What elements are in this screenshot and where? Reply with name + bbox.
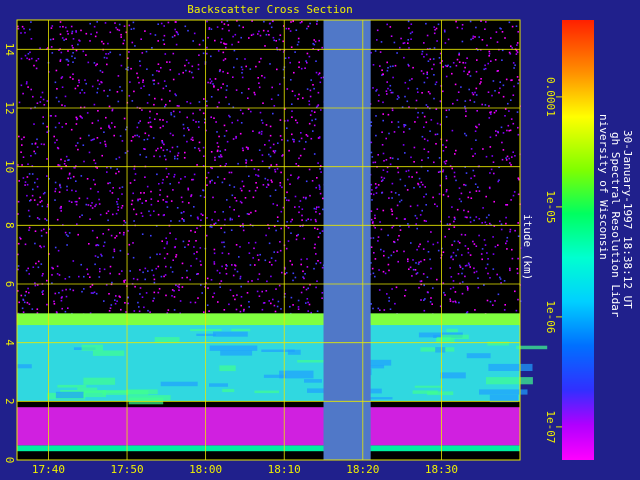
x-tick-label: 18:00 xyxy=(189,463,222,476)
colorbar: 0.0001 1e-05 1e-06 1e-07 xyxy=(544,20,594,460)
y-tick-label: 14 xyxy=(3,43,16,57)
chart-title: Backscatter Cross Section xyxy=(187,3,353,16)
y-axis-ticks: 0 2 4 6 8 10 12 14 xyxy=(3,43,16,464)
y-axis-label: itude (km) xyxy=(521,214,534,280)
side-text-timestamp: 30-January-1997 18:38:12 UT xyxy=(621,130,634,309)
x-tick-label: 18:30 xyxy=(425,463,458,476)
backscatter-chart: Backscatter Cross Section 0 2 4 6 8 10 12 14 17… xyxy=(3,3,634,476)
side-text-instrument: gh Spectral Resolution Lidar xyxy=(609,132,622,318)
colorbar-ticks: 0.0001 1e-05 1e-06 1e-07 xyxy=(544,77,562,443)
y-tick-label: 12 xyxy=(3,101,16,114)
x-axis-ticks: 17:40 17:50 18:00 18:10 18:20 18:30 xyxy=(32,463,458,476)
y-tick-label: 8 xyxy=(3,222,16,229)
colorbar-tick-label: 0.0001 xyxy=(544,77,557,117)
y-tick-label: 6 xyxy=(3,281,16,288)
side-annotation: niversity of Wisconsin gh Spectral Resol… xyxy=(597,114,634,318)
y-tick-label: 4 xyxy=(3,339,16,346)
colorbar-tick-label: 1e-07 xyxy=(544,410,557,443)
x-tick-label: 18:10 xyxy=(268,463,301,476)
y-tick-label: 10 xyxy=(3,160,16,173)
colorbar-tick-label: 1e-05 xyxy=(544,190,557,223)
layer-ground-return xyxy=(17,445,520,452)
side-text-university: niversity of Wisconsin xyxy=(597,114,610,260)
x-tick-label: 18:20 xyxy=(346,463,379,476)
layer-cloud-top xyxy=(17,313,520,326)
plot-area xyxy=(16,19,548,461)
y-tick-label: 2 xyxy=(3,398,16,405)
data-gap-region xyxy=(323,20,371,460)
colorbar-tick-label: 1e-06 xyxy=(544,300,557,333)
cloud-layers xyxy=(17,313,548,452)
layer-boundary-layer-aerosol xyxy=(17,407,520,446)
x-tick-label: 17:50 xyxy=(110,463,143,476)
y-tick-label: 0 xyxy=(3,457,16,464)
x-tick-label: 17:40 xyxy=(32,463,65,476)
colorbar-gradient xyxy=(562,20,594,460)
